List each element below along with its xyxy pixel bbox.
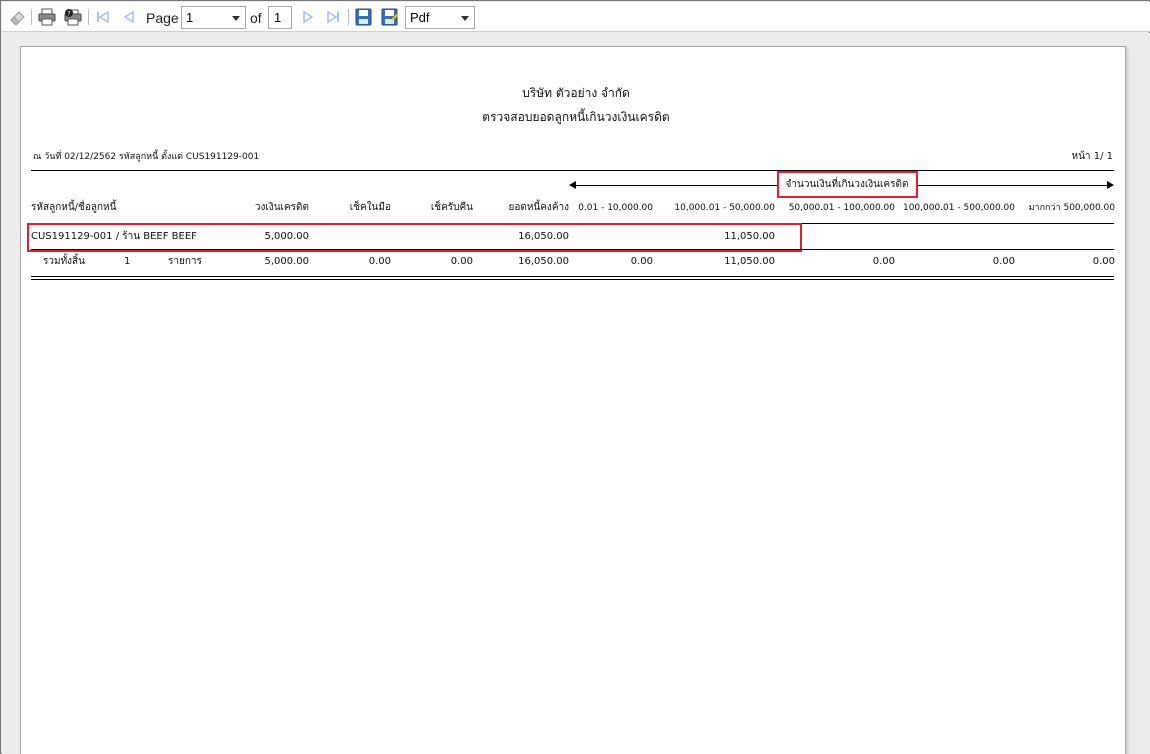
toolbar: ? Page 1 of 1 Pdf [2, 2, 1150, 32]
col-outstanding: ยอดหนี้คงค้าง [508, 202, 569, 213]
total-credit-limit: 5,000.00 [264, 256, 309, 267]
report-criteria: ณ วันที่ 02/12/2562 รหัสลูกหนี้ ตั้งแต่ … [33, 152, 260, 162]
total-double-rule-top [31, 276, 1114, 277]
current-page-value: 1 [186, 10, 194, 25]
total-range-4: 0.00 [992, 256, 1015, 267]
total-cheque-on-hand: 0.00 [368, 256, 391, 267]
col-range-4: 100,000.01 - 500,000.00 [902, 203, 1015, 213]
export-format-value: Pdf [410, 10, 430, 25]
total-range-3: 0.00 [872, 256, 895, 267]
arrow-right-line [917, 185, 1107, 186]
col-range-2: 10,000.01 - 50,000.00 [674, 203, 775, 213]
col-range-1: 0.01 - 10,000.00 [578, 203, 653, 213]
svg-text:?: ? [67, 11, 70, 18]
report-viewer-window: ? Page 1 of 1 Pdf บริษัท ตัวอย่าง จำกัด … [0, 0, 1150, 754]
total-outstanding: 16,050.00 [518, 256, 569, 267]
total-range-5: 0.00 [1092, 256, 1115, 267]
page-label: Page [146, 10, 179, 26]
report-page: บริษัท ตัวอย่าง จำกัด ตรวจสอบยอดลูกหนี้เ… [20, 46, 1126, 754]
print-settings-icon[interactable]: ? [63, 8, 83, 26]
col-range-3: 50,000.01 - 100,000.00 [788, 203, 895, 213]
eraser-icon[interactable] [8, 8, 28, 26]
arrow-right-icon [1107, 181, 1114, 189]
header-top-rule [31, 170, 1114, 171]
last-page-icon[interactable] [323, 8, 343, 26]
row-bottom-rule [31, 249, 1114, 250]
total-pages-value: 1 [274, 10, 282, 25]
report-viewport[interactable]: บริษัท ตัวอย่าง จำกัด ตรวจสอบยอดลูกหนี้เ… [2, 33, 1150, 754]
total-range-2: 11,050.00 [724, 256, 775, 267]
company-name: บริษัท ตัวอย่าง จำกัด [522, 86, 630, 100]
current-page-select[interactable]: 1 [181, 6, 246, 29]
total-range-1: 0.00 [630, 256, 653, 267]
total-pages-box: 1 [268, 6, 292, 29]
total-cheque-returned: 0.00 [450, 256, 473, 267]
of-label: of [250, 10, 262, 26]
chevron-down-icon [232, 16, 240, 21]
arrow-left-line [575, 185, 777, 186]
save-as-icon[interactable] [380, 8, 400, 26]
first-page-icon[interactable] [93, 8, 113, 26]
col-range-5: มากกว่า 500,000.00 [1028, 203, 1115, 213]
print-icon[interactable] [37, 8, 57, 26]
report-title: ตรวจสอบยอดลูกหนี้เกินวงเงินเครดิต [482, 110, 670, 124]
chevron-down-icon [461, 16, 469, 21]
highlight-customer-row [27, 223, 802, 252]
save-icon[interactable] [354, 8, 374, 26]
col-cheque-on-hand: เช็คในมือ [349, 202, 391, 213]
previous-page-icon[interactable] [119, 8, 139, 26]
col-cheque-returned: เช็ครับคืน [430, 202, 473, 213]
col-customer: รหัสลูกหนี้/ชื่อลูกหนี้ [31, 202, 117, 213]
total-double-rule-bottom [31, 279, 1114, 280]
next-page-icon[interactable] [298, 8, 318, 26]
col-credit-limit: วงเงินเครดิต [254, 202, 309, 213]
total-label: รวมทั้งสิ้น [43, 256, 85, 267]
total-count: 1 [124, 256, 131, 267]
page-info: หน้า 1/ 1 [1071, 151, 1114, 162]
export-format-select[interactable]: Pdf [405, 6, 475, 29]
total-unit: รายการ [168, 256, 202, 267]
highlight-over-limit-caption [777, 171, 918, 198]
